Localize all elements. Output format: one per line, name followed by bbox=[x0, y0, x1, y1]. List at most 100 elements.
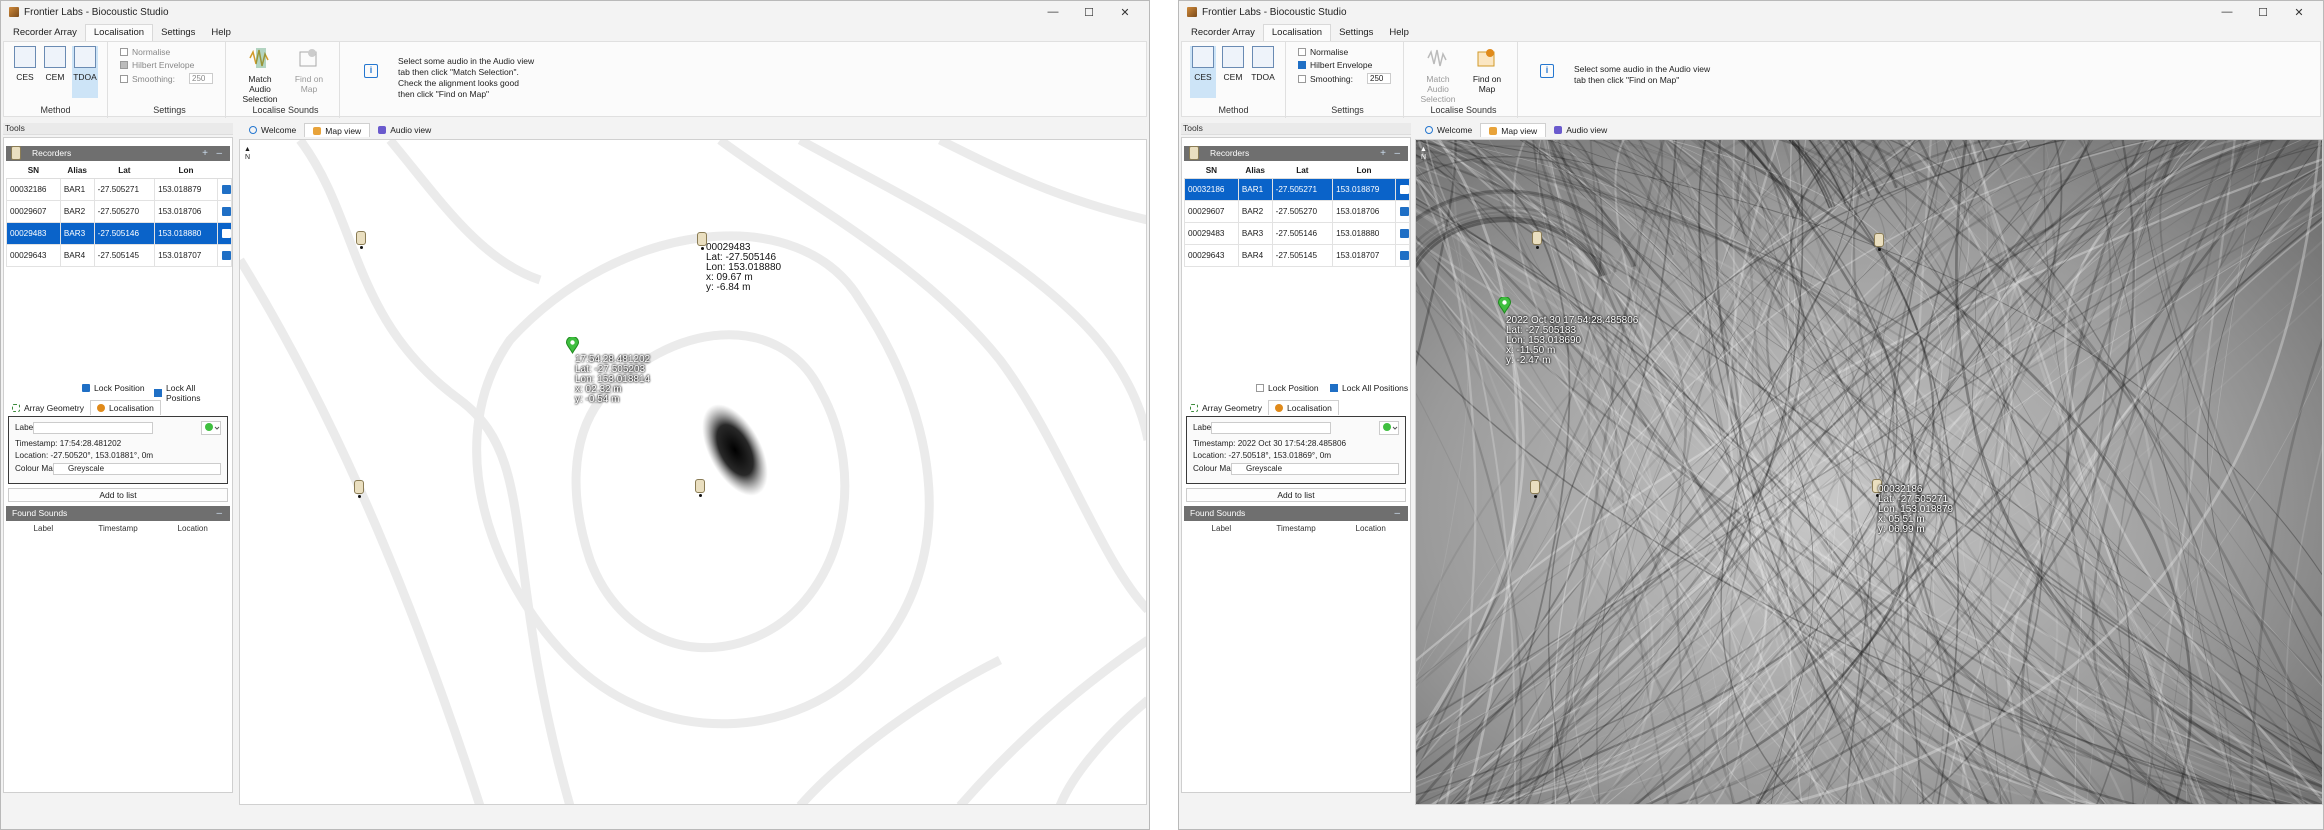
menu-settings[interactable]: Settings bbox=[153, 25, 203, 41]
table-row-selected[interactable]: 00029483 BAR3 -27.505146 153.018880 bbox=[6, 221, 232, 245]
row-checkbox[interactable] bbox=[1395, 177, 1410, 201]
map-view[interactable]: ▲ N 2022 Oct 30 17:54:28.485806 Lat: -27.… bbox=[1415, 139, 2323, 805]
col-alias: Alias bbox=[1238, 164, 1273, 179]
pin-dropdown-button[interactable] bbox=[201, 421, 221, 435]
normalise-checkbox[interactable]: Normalise bbox=[1298, 47, 1348, 57]
smoothing-field[interactable]: Smoothing: 250 bbox=[120, 73, 213, 84]
match-audio-button[interactable]: Match Audio Selection bbox=[1420, 46, 1456, 104]
table-row[interactable]: 00029607 BAR2 -27.505270 153.018706 bbox=[1184, 199, 1410, 223]
find-on-map-button[interactable]: Find on Map bbox=[294, 46, 324, 94]
row-checkbox[interactable] bbox=[1395, 221, 1410, 245]
row-checkbox[interactable] bbox=[217, 243, 232, 267]
source-pin-icon[interactable] bbox=[1498, 297, 1511, 314]
collapse-icon[interactable]: – bbox=[1394, 506, 1400, 521]
recorder-marker-bar4[interactable] bbox=[354, 480, 364, 498]
table-row[interactable]: 00029607 BAR2 -27.505270 153.018706 bbox=[6, 199, 232, 223]
smoothing-field[interactable]: Smoothing: 250 bbox=[1298, 73, 1391, 84]
tools-panel: Recorders + – SN Alias Lat Lon 00032186 … bbox=[3, 137, 233, 793]
table-row[interactable]: 00032186 BAR1 -27.505271 153.018879 bbox=[6, 177, 232, 201]
ces-button[interactable]: CES bbox=[12, 46, 38, 98]
tab-audio-view[interactable]: Audio view bbox=[370, 123, 439, 137]
col-audio-icon bbox=[217, 164, 232, 179]
minimize-button[interactable]: — bbox=[2209, 1, 2245, 23]
ribbon: CES CEM TDOA Method Normalise Hilbert En… bbox=[1181, 41, 2321, 118]
cell-lon: 153.018707 bbox=[154, 243, 218, 267]
window-title: Frontier Labs - Biocoustic Studio bbox=[24, 6, 169, 18]
tab-welcome[interactable]: Welcome bbox=[241, 123, 304, 137]
tab-array-geometry[interactable]: Array Geometry bbox=[6, 400, 90, 415]
menu-help[interactable]: Help bbox=[203, 25, 239, 41]
cem-button[interactable]: CEM bbox=[42, 46, 68, 98]
label-input[interactable] bbox=[1211, 422, 1331, 434]
recorder-marker-bar3[interactable] bbox=[1874, 233, 1884, 251]
find-on-map-button[interactable]: Find on Map bbox=[1472, 46, 1502, 94]
add-recorder-icon[interactable]: + bbox=[1380, 146, 1386, 161]
tdoa-button[interactable]: TDOA bbox=[72, 46, 98, 98]
minimize-button[interactable]: — bbox=[1035, 1, 1071, 23]
menu-localisation[interactable]: Localisation bbox=[84, 24, 154, 41]
menu-help[interactable]: Help bbox=[1381, 25, 1417, 41]
lock-position-toggle[interactable]: Lock Position bbox=[82, 383, 145, 393]
recorder-marker-bar4[interactable] bbox=[1530, 480, 1540, 498]
add-to-list-button[interactable]: Add to list bbox=[1186, 488, 1406, 502]
add-to-list-button[interactable]: Add to list bbox=[8, 488, 228, 502]
hilbert-checkbox[interactable]: Hilbert Envelope bbox=[120, 60, 194, 70]
remove-recorder-icon[interactable]: – bbox=[216, 146, 222, 161]
table-row[interactable]: 00029643 BAR4 -27.505145 153.018707 bbox=[6, 243, 232, 267]
menu-settings[interactable]: Settings bbox=[1331, 25, 1381, 41]
lock-position-toggle[interactable]: Lock Position bbox=[1256, 383, 1319, 393]
row-checkbox[interactable] bbox=[217, 177, 232, 201]
tab-array-geometry[interactable]: Array Geometry bbox=[1184, 400, 1268, 415]
source-pin-icon[interactable] bbox=[566, 337, 579, 354]
tab-welcome[interactable]: Welcome bbox=[1417, 123, 1480, 137]
found-sounds-columns: Label Timestamp Location bbox=[6, 524, 230, 536]
row-checkbox[interactable] bbox=[1395, 243, 1410, 267]
normalise-checkbox[interactable]: Normalise bbox=[120, 47, 170, 57]
remove-recorder-icon[interactable]: – bbox=[1394, 146, 1400, 161]
table-row[interactable]: 00029483 BAR3 -27.505146 153.018880 bbox=[1184, 221, 1410, 245]
cem-icon bbox=[1222, 46, 1244, 68]
tab-localisation[interactable]: Localisation bbox=[90, 400, 161, 415]
cell-sn: 00029643 bbox=[1184, 243, 1239, 267]
add-recorder-icon[interactable]: + bbox=[202, 146, 208, 161]
label-input[interactable] bbox=[33, 422, 153, 434]
tab-map-view[interactable]: Map view bbox=[304, 123, 371, 137]
pin-dropdown-button[interactable] bbox=[1379, 421, 1399, 435]
row-checkbox[interactable] bbox=[217, 199, 232, 223]
north-arrow-icon: ▲ N bbox=[1420, 146, 1427, 161]
maximize-button[interactable]: ☐ bbox=[1071, 1, 1107, 23]
audio-wave-icon bbox=[378, 126, 387, 134]
close-button[interactable]: ✕ bbox=[2281, 1, 2317, 23]
recorder-marker-bar1[interactable] bbox=[695, 479, 705, 497]
menu-localisation[interactable]: Localisation bbox=[1262, 24, 1332, 41]
ces-heatmap bbox=[1416, 140, 2322, 804]
hilbert-checkbox[interactable]: Hilbert Envelope bbox=[1298, 60, 1372, 70]
table-row[interactable]: 00029643 BAR4 -27.505145 153.018707 bbox=[1184, 243, 1410, 267]
lock-all-toggle[interactable]: Lock All Positions bbox=[1330, 383, 1408, 393]
ces-button[interactable]: CES bbox=[1190, 46, 1216, 98]
cem-button[interactable]: CEM bbox=[1220, 46, 1246, 98]
close-button[interactable]: ✕ bbox=[1107, 1, 1143, 23]
cell-alias: BAR2 bbox=[1237, 199, 1273, 223]
recorder-marker-bar2[interactable] bbox=[356, 231, 366, 249]
tab-audio-view[interactable]: Audio view bbox=[1546, 123, 1615, 137]
tdoa-button[interactable]: TDOA bbox=[1250, 46, 1276, 98]
tdoa-icon bbox=[74, 46, 96, 68]
tab-localisation[interactable]: Localisation bbox=[1268, 400, 1339, 415]
colour-map-select[interactable]: Greyscale bbox=[1231, 463, 1399, 475]
colour-map-select[interactable]: Greyscale bbox=[53, 463, 221, 475]
cell-alias: BAR3 bbox=[1237, 221, 1273, 245]
menu-recorder-array[interactable]: Recorder Array bbox=[1183, 25, 1263, 41]
cell-lat: -27.505271 bbox=[1271, 177, 1334, 201]
collapse-icon[interactable]: – bbox=[216, 506, 222, 521]
tab-map-view[interactable]: Map view bbox=[1480, 123, 1547, 137]
menu-recorder-array[interactable]: Recorder Array bbox=[5, 25, 85, 41]
row-checkbox[interactable] bbox=[1395, 199, 1410, 223]
row-checkbox[interactable] bbox=[217, 221, 232, 245]
table-row-selected[interactable]: 00032186 BAR1 -27.505271 153.018879 bbox=[1184, 177, 1410, 201]
map-view[interactable]: ▲ N 00029483 Lat: -27.505146 Lon: 153.018… bbox=[239, 139, 1147, 805]
match-audio-button[interactable]: Match Audio Selection bbox=[242, 46, 278, 104]
recorder-marker-bar2[interactable] bbox=[1532, 231, 1542, 249]
maximize-button[interactable]: ☐ bbox=[2245, 1, 2281, 23]
cell-alias: BAR1 bbox=[1237, 177, 1273, 201]
